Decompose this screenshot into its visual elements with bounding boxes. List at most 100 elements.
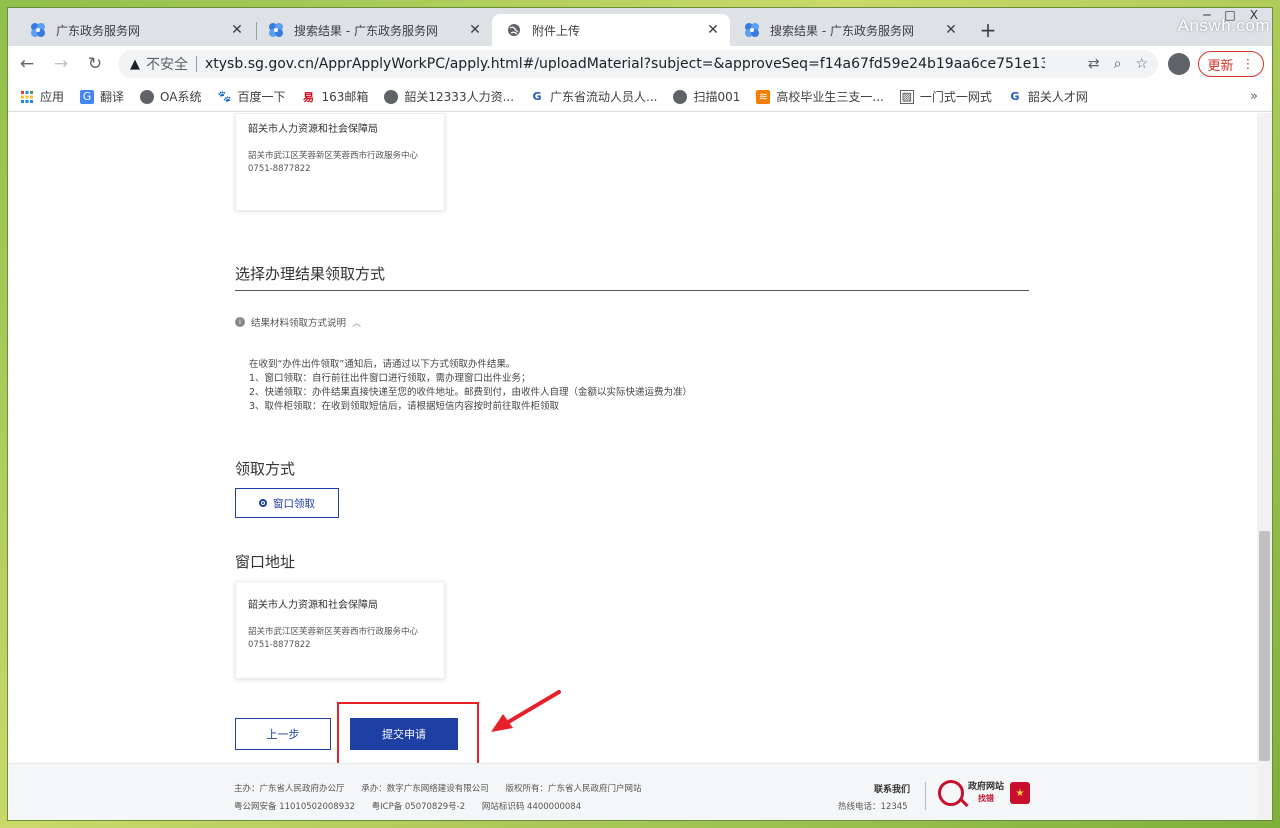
gov-logo-text: 政府网站 找错 (968, 782, 1004, 804)
footer-icp[interactable]: 粤ICP备 05070829号-2 (372, 802, 466, 812)
bookmark-label: 一门式一网式 (919, 90, 992, 104)
gov-logo-title: 政府网站 (968, 782, 1005, 792)
bookmark-oa[interactable]: OA系统 (140, 88, 201, 105)
warning-icon: ▲ (130, 56, 140, 72)
bookmarks-overflow-button[interactable]: » (1250, 89, 1258, 104)
footer-divider (925, 782, 926, 810)
explain-line: 2、快递领取：办件结果直接快递至您的收件地址。邮费到付，由收件人自理（金额以实际… (249, 387, 693, 398)
tab-search-results-1[interactable]: 搜索结果 - 广东政务服务网 ✕ (254, 14, 492, 46)
gd-gov-icon (744, 22, 760, 38)
translate-icon[interactable]: ⇄ (1088, 56, 1100, 72)
star-icon[interactable]: ☆ (1135, 56, 1148, 72)
new-tab-button[interactable]: + (976, 18, 1000, 42)
globe-icon (140, 89, 155, 104)
annotation-highlight-box (337, 702, 479, 767)
back-button[interactable]: ← (12, 49, 42, 79)
watermark: Answh.com (1177, 16, 1270, 35)
menu-dots-icon: ⋮ (1241, 56, 1255, 72)
info-icon: i (235, 317, 245, 327)
tab-strip: 广东政务服务网 ✕ 搜索结果 - 广东政务服务网 ✕ 附件上传 ✕ 搜索结果 -… (8, 8, 1272, 46)
reload-button[interactable]: ↻ (80, 49, 110, 79)
gd-gov-icon (30, 22, 46, 38)
bookmark-one-door[interactable]: ▨ 一门式一网式 (899, 88, 992, 105)
bookmark-163[interactable]: 易 163邮箱 (302, 88, 368, 105)
bookmark-translate[interactable]: G 翻译 (80, 88, 124, 105)
office-phone: 0751-8877822 (248, 640, 311, 650)
office-card-top[interactable]: 韶关市人力资源和社会保障局 韶关市武江区芙蓉新区芙蓉西市行政服务中心 0751-… (235, 113, 445, 211)
bookmark-label: 韶关12333人力资... (404, 90, 515, 104)
gd-logo-icon: G (1010, 90, 1020, 103)
bookmark-baidu[interactable]: 🐾 百度一下 (217, 88, 286, 105)
office-name: 韶关市人力资源和社会保障局 (248, 600, 378, 611)
address-bar[interactable]: ▲ 不安全 xtysb.sg.gov.cn/ApprApplyWorkPC/ap… (118, 50, 1158, 78)
method-option-window[interactable]: 窗口领取 (235, 488, 339, 518)
bookmark-sg12333[interactable]: 韶关12333人力资... (384, 88, 514, 105)
footer-builder: 承办：数字广东网络建设有限公司 (361, 784, 489, 794)
close-icon[interactable]: ✕ (704, 21, 722, 39)
insecure-label: 不安全 (146, 57, 188, 73)
office-card-window[interactable]: 韶关市人力资源和社会保障局 韶关市武江区芙蓉新区芙蓉西市行政服务中心 0751-… (235, 581, 445, 679)
section-divider (235, 290, 1029, 291)
gov-logo-sub: 找错 (978, 794, 994, 803)
bookmark-label: OA系统 (160, 90, 202, 104)
footer-line-1: 主办：广东省人民政府办公厅 承办：数字广东网络建设有限公司 版权所有：广东省人民… (234, 782, 655, 794)
bookmarks-bar: 应用 G 翻译 OA系统 🐾 百度一下 易 163邮箱 韶关12333人力资..… (8, 82, 1272, 112)
gd-logo-icon: G (532, 90, 542, 103)
image-icon: ▨ (899, 89, 914, 104)
omnibox-icons: ⇄ ⌕ ☆ (1088, 56, 1148, 72)
profile-avatar-icon[interactable] (1168, 53, 1190, 75)
section-title: 选择办理结果领取方式 (235, 265, 386, 283)
bookmark-sg-talent[interactable]: G 韶关人才网 (1008, 88, 1088, 105)
bookmark-graduates[interactable]: ≋ 高校毕业生三支一... (756, 88, 884, 105)
gd-gov-icon (268, 22, 284, 38)
bookmark-apps[interactable]: 应用 (20, 88, 64, 105)
close-icon[interactable]: ✕ (228, 21, 246, 39)
browser-toolbar: ← → ↻ ▲ 不安全 xtysb.sg.gov.cn/ApprApplyWor… (8, 46, 1272, 82)
bookmark-gd-floating[interactable]: G 广东省流动人员人... (530, 88, 658, 105)
bookmark-label: 扫描001 (693, 90, 741, 104)
footer-line-2: 粤公网安备 11010502008932 粤ICP备 05070829号-2 网… (234, 800, 595, 812)
office-address: 韶关市武江区芙蓉新区芙蓉西市行政服务中心 (248, 627, 419, 637)
office-name: 韶关市人力资源和社会保障局 (248, 124, 378, 135)
zoom-icon[interactable]: ⌕ (1114, 56, 1122, 72)
url-text[interactable]: xtysb.sg.gov.cn/ApprApplyWorkPC/apply.ht… (205, 56, 1045, 72)
globe-icon (673, 89, 688, 104)
bookmark-label: 翻译 (100, 90, 125, 104)
browser-window: 广东政务服务网 ✕ 搜索结果 - 广东政务服务网 ✕ 附件上传 ✕ 搜索结果 -… (8, 8, 1272, 820)
footer-police-record[interactable]: 粤公网安备 11010502008932 (234, 802, 355, 812)
page-viewport: 韶关市人力资源和社会保障局 韶关市武江区芙蓉新区芙蓉西市行政服务中心 0751-… (8, 113, 1272, 820)
globe-icon (506, 22, 522, 38)
gov-site-error-report[interactable]: 政府网站 找错 ★ (938, 780, 1031, 806)
previous-step-button[interactable]: 上一步 (235, 718, 331, 750)
translate-icon: G (80, 89, 95, 104)
tab-gd-gov-home[interactable]: 广东政务服务网 ✕ (16, 14, 254, 46)
bookmark-label: 韶关人才网 (1027, 90, 1088, 104)
tab-title: 广东政务服务网 (56, 23, 141, 38)
baidu-paw-icon: 🐾 (217, 90, 232, 103)
tab-attachment-upload[interactable]: 附件上传 ✕ (492, 14, 730, 46)
tab-search-results-2[interactable]: 搜索结果 - 广东政务服务网 ✕ (730, 14, 968, 46)
bookmark-scan[interactable]: 扫描001 (673, 88, 740, 105)
close-icon[interactable]: ✕ (942, 21, 960, 39)
mail-163-icon: 易 (303, 90, 314, 104)
scrollbar-thumb[interactable] (1259, 531, 1270, 761)
close-icon[interactable]: ✕ (466, 21, 484, 39)
update-button[interactable]: 更新 ⋮ (1198, 51, 1264, 77)
explain-line: 3、取件柜领取：在收到领取短信后，请根据短信内容按时前往取件柜领取 (249, 401, 560, 412)
footer-site-id: 网站标识码 4400000084 (481, 802, 582, 812)
bookmark-label: 百度一下 (237, 90, 286, 104)
explain-text: 在收到“办件出件领取”通知后，请通过以下方式领取办件结果。 1、窗口领取：自行前… (249, 358, 692, 414)
explain-toggle[interactable]: i 结果材料领取方式说明 ︿ (235, 315, 361, 329)
footer-copyright: 版权所有：广东省人民政府门户网站 (505, 784, 642, 794)
radio-selected-icon (259, 499, 267, 507)
annotation-arrow-icon (491, 690, 561, 732)
forward-button[interactable]: → (46, 49, 76, 79)
globe-icon (384, 89, 399, 104)
explain-line: 在收到“办件出件领取”通知后，请通过以下方式领取办件结果。 (249, 359, 516, 370)
apps-grid-icon (20, 90, 34, 104)
office-address: 韶关市武江区芙蓉新区芙蓉西市行政服务中心 (248, 151, 419, 161)
chevron-up-icon: ︿ (352, 318, 362, 329)
window-address-title: 窗口地址 (235, 553, 296, 571)
contact-us-link[interactable]: 联系我们 (874, 782, 910, 795)
scrollbar[interactable] (1257, 113, 1272, 820)
